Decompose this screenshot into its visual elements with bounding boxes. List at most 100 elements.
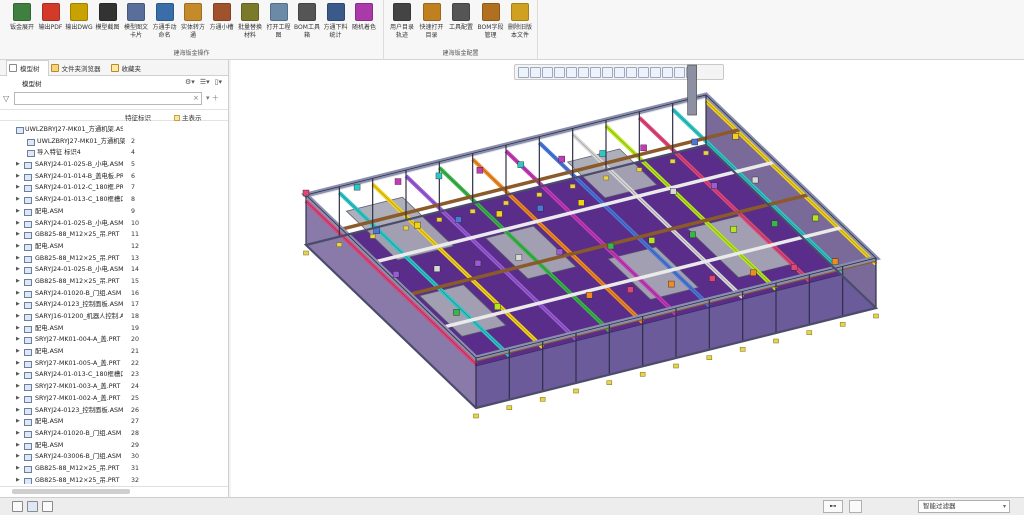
ribbon-button-dwg-export[interactable]: 输出DWG — [65, 3, 93, 45]
expand-arrow-icon[interactable]: ▶ — [16, 182, 20, 194]
tree-row[interactable]: ▶ SARYJ24-01-025-B_小电.ASM 14 — [0, 264, 228, 276]
column-feature-id[interactable]: 特征标识 — [125, 112, 151, 122]
tree-row[interactable]: ▶ GB825-88_M12×25_吊.PRT 32 — [0, 475, 228, 484]
ribbon-button-gear[interactable]: 工具配置 — [447, 3, 475, 45]
tree-settings-icon[interactable]: ⚙▾ — [185, 78, 195, 86]
tree-row[interactable]: UWLZBRYJ27-MK01_方通机架 2 — [0, 136, 228, 148]
tree-row[interactable]: ▶ SARYJ24-01-013-C_180框槽口.PRT 8 — [0, 194, 228, 206]
scrollbar-thumb[interactable] — [12, 489, 130, 494]
ribbon-button-open-drawing[interactable]: 打开工程图 — [265, 3, 293, 45]
tree-row[interactable]: ▶ SARYJ24-01-012-C_180框.PRT 7 — [0, 182, 228, 194]
tree-row[interactable]: UWLZBRYJ27-MK01_方通机架.ASM — [0, 124, 228, 136]
expand-arrow-icon[interactable]: ▶ — [16, 369, 20, 381]
tab-model-tree[interactable]: 模型树 — [6, 59, 49, 76]
column-label: 主表示 — [182, 114, 202, 122]
expand-arrow-icon[interactable]: ▶ — [16, 440, 20, 452]
tree-row[interactable]: ▶ SARYJ24-01020-B_门组.ASM 28 — [0, 428, 228, 440]
expand-arrow-icon[interactable]: ▶ — [16, 288, 20, 300]
tree-filter-input[interactable] — [14, 92, 202, 105]
expand-arrow-icon[interactable]: ▶ — [16, 405, 20, 417]
expand-arrow-icon[interactable]: ▶ — [16, 346, 20, 358]
expand-arrow-icon[interactable]: ▶ — [16, 334, 20, 346]
browser-toggle-icon[interactable] — [27, 501, 38, 512]
tree-show-icon[interactable]: ▯▾ — [215, 78, 222, 86]
expand-arrow-icon[interactable]: ▶ — [16, 264, 20, 276]
ribbon-button-quick-open-folder[interactable]: 快速打开目录 — [418, 3, 446, 45]
expand-arrow-icon[interactable]: ▶ — [16, 229, 20, 241]
tree-row[interactable]: ▶ SARYJ24-01020-B_门组.ASM 16 — [0, 288, 228, 300]
tree-row[interactable]: ▶ SRYJ27-MK01-005-A_盖.PRT 22 — [0, 358, 228, 370]
expand-arrow-icon[interactable]: ▶ — [16, 381, 20, 393]
tree-row[interactable]: ▶ GB825-88_M12×25_吊.PRT 15 — [0, 276, 228, 288]
tree-row[interactable]: ▶ 配电.ASM 29 — [0, 440, 228, 452]
tab-favorites[interactable]: 收藏夹 — [109, 60, 150, 76]
tree-row[interactable]: ▶ 配电.ASM 12 — [0, 241, 228, 253]
expand-arrow-icon[interactable]: ▶ — [16, 171, 20, 183]
ribbon-button-camera[interactable]: 模型截图 — [94, 3, 122, 45]
expand-arrow-icon[interactable]: ▶ — [16, 218, 20, 230]
expand-arrow-icon[interactable]: ▶ — [16, 475, 20, 484]
ribbon-button-pdf-export[interactable]: 输出PDF — [37, 3, 65, 45]
fullscreen-icon[interactable] — [42, 501, 53, 512]
clear-filter-icon[interactable]: × — [193, 94, 199, 102]
expand-arrow-icon[interactable]: ▶ — [16, 358, 20, 370]
tree-row[interactable]: 导入特征 标识4 4 — [0, 147, 228, 159]
expand-arrow-icon[interactable]: ▶ — [16, 253, 20, 265]
ribbon-button-batch-material[interactable]: 批量替换材料 — [236, 3, 264, 45]
ribbon-button-tube-naming[interactable]: 方通手动命名 — [151, 3, 179, 45]
expand-arrow-icon[interactable]: ▶ — [16, 451, 20, 463]
graphics-viewport[interactable] — [231, 60, 1024, 497]
ribbon-button-bom-fields[interactable]: BOM字段管理 — [477, 3, 505, 45]
tab-folder-browser[interactable]: 文件夹浏览器 — [49, 60, 109, 76]
expand-arrow-icon[interactable]: ▶ — [16, 323, 20, 335]
binoculars-icon[interactable]: ⊷ — [823, 500, 843, 513]
expand-arrow-icon[interactable]: ▶ — [16, 416, 20, 428]
tree-row[interactable]: ▶ SRYJ27-MK01-004-A_盖.PRT 20 — [0, 334, 228, 346]
expand-arrow-icon[interactable]: ▶ — [16, 428, 20, 440]
tree-row[interactable]: ▶ GB825-88_M12×25_吊.PRT 11 — [0, 229, 228, 241]
tree-columns-icon[interactable]: ☰▾ — [200, 78, 210, 86]
expand-arrow-icon[interactable]: ▶ — [16, 463, 20, 475]
tree-row[interactable]: ▶ 配电.ASM 27 — [0, 416, 228, 428]
tree-row[interactable]: ▶ GB825-88_M12×25_吊.PRT 13 — [0, 253, 228, 265]
tree-row-name: SRYJ27-MK01-005-A_盖.PRT — [35, 359, 121, 367]
ribbon-button-random-color[interactable]: 随机着色 — [350, 3, 378, 45]
ribbon-button-solid-to-tube[interactable]: 实体转方通 — [179, 3, 207, 45]
tree-horizontal-scrollbar[interactable] — [0, 486, 228, 495]
tree-row[interactable]: ▶ 配电.ASM 9 — [0, 206, 228, 218]
tree-row[interactable]: ▶ SARYJ24-01-014-B_盖电板.PRT 6 — [0, 171, 228, 183]
ribbon-button-bom-toolbox[interactable]: BOM工具箱 — [293, 3, 321, 45]
ribbon-button-tube-slot[interactable]: 方通小槽 — [208, 3, 236, 45]
tree-row[interactable]: ▶ 配电.ASM 21 — [0, 346, 228, 358]
column-main-display[interactable]: 主表示 — [174, 112, 202, 122]
expand-arrow-icon[interactable]: ▶ — [16, 276, 20, 288]
tree-row[interactable]: ▶ SARYJ24-0123_控制面板.ASM 17 — [0, 299, 228, 311]
tree-row[interactable]: ▶ SARYJ24-03006-B_门组.ASM 30 — [0, 451, 228, 463]
tree-row[interactable]: ▶ 配电.ASM 19 — [0, 323, 228, 335]
tree-row[interactable]: ▶ SARYJ24-01-025-B_小电.ASM 5 — [0, 159, 228, 171]
navigator-toggle-icon[interactable] — [12, 501, 23, 512]
selection-filter-dropdown[interactable]: 智能过滤器 ▾ — [918, 500, 1010, 513]
tree-row[interactable]: ▶ GB825-88_M12×25_吊.PRT 31 — [0, 463, 228, 475]
expand-arrow-icon[interactable]: ▶ — [16, 159, 20, 171]
ribbon-button-user-dir[interactable]: 用户目录轨迹 — [388, 3, 416, 45]
expand-arrow-icon[interactable]: ▶ — [16, 194, 20, 206]
expand-arrow-icon[interactable]: ▶ — [16, 393, 20, 405]
assembly-3d-model[interactable] — [231, 60, 1024, 497]
expand-arrow-icon[interactable]: ▶ — [16, 311, 20, 323]
ribbon-button-unfold-sheetmetal[interactable]: 钣金展开 — [8, 3, 36, 45]
tree-row[interactable]: ▶ SARYJ24-0123_控制面板.ASM 26 — [0, 405, 228, 417]
ribbon-button-tube-cutting-stats[interactable]: 方通下料统计 — [322, 3, 350, 45]
filter-dropdown-icon[interactable]: ▾ ＋ — [206, 93, 219, 103]
expand-arrow-icon[interactable]: ▶ — [16, 299, 20, 311]
tree-row[interactable]: ▶ SARYJ24-01-013-C_180框槽口.PRT 23 — [0, 369, 228, 381]
ribbon-button-model-card[interactable]: 模型图文卡片 — [122, 3, 150, 45]
expand-arrow-icon[interactable]: ▶ — [16, 241, 20, 253]
tree-row[interactable]: ▶ SRYJ27-MK01-002-A_盖.PRT 25 — [0, 393, 228, 405]
ribbon-button-broom[interactable]: 删除旧版本文件 — [506, 3, 534, 45]
tree-row[interactable]: ▶ SRYJ27-MK01-003-A_盖.PRT 24 — [0, 381, 228, 393]
tree-row[interactable]: ▶ SARYJ24-01-025-B_小电.ASM 10 — [0, 218, 228, 230]
tree-row[interactable]: ▶ SARYJ16-01200_机器人控制.ASM 18 — [0, 311, 228, 323]
expand-arrow-icon[interactable]: ▶ — [16, 206, 20, 218]
selection-tool-icon[interactable] — [849, 500, 862, 513]
